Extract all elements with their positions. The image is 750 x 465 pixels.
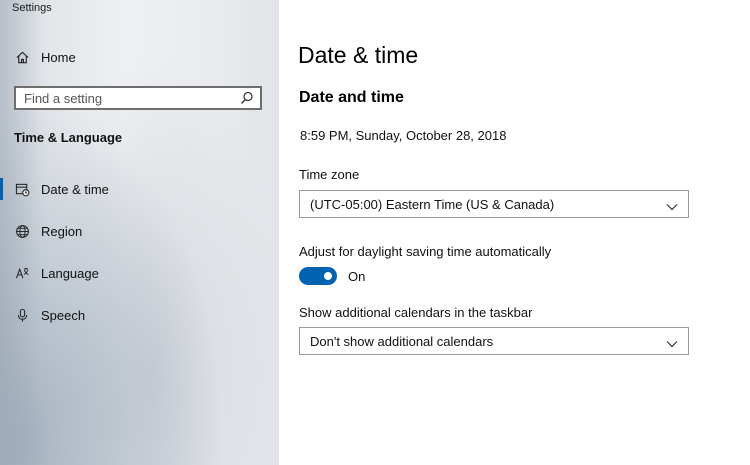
section-subheading: Date and time bbox=[299, 89, 404, 106]
sidebar-item-home[interactable]: Home bbox=[0, 37, 279, 77]
search-input[interactable] bbox=[16, 88, 234, 108]
section-heading: Time & Language bbox=[14, 130, 123, 145]
search-icon[interactable] bbox=[240, 91, 254, 105]
chevron-down-icon bbox=[666, 199, 678, 211]
search-box[interactable] bbox=[14, 86, 262, 110]
main-content: Date & time Date and time 8:59 PM, Sunda… bbox=[279, 0, 750, 465]
sidebar-item-date-time-label: Date & time bbox=[41, 181, 109, 197]
microphone-icon bbox=[14, 307, 30, 323]
app-title: Settings bbox=[12, 2, 52, 14]
active-indicator bbox=[0, 178, 3, 200]
timezone-value: (UTC-05:00) Eastern Time (US & Canada) bbox=[310, 196, 555, 212]
sidebar-item-date-time[interactable]: Date & time bbox=[0, 169, 279, 209]
sidebar-item-region-label: Region bbox=[41, 223, 83, 239]
toggle-knob bbox=[324, 272, 332, 280]
timezone-dropdown[interactable]: (UTC-05:00) Eastern Time (US & Canada) bbox=[299, 190, 689, 218]
settings-window: Settings Home Time & Language Date & tim… bbox=[0, 0, 750, 465]
current-datetime: 8:59 PM, Sunday, October 28, 2018 bbox=[300, 128, 507, 143]
language-icon bbox=[14, 265, 30, 281]
calendars-dropdown[interactable]: Don't show additional calendars bbox=[299, 327, 689, 355]
calendar-clock-icon bbox=[14, 181, 30, 197]
home-icon bbox=[14, 49, 30, 65]
sidebar-item-language[interactable]: Language bbox=[0, 253, 279, 293]
dst-toggle[interactable] bbox=[299, 267, 337, 285]
calendars-value: Don't show additional calendars bbox=[310, 333, 494, 349]
chevron-down-icon bbox=[666, 336, 678, 348]
sidebar-item-speech[interactable]: Speech bbox=[0, 295, 279, 335]
sidebar-item-home-label: Home bbox=[41, 49, 76, 65]
sidebar: Settings Home Time & Language Date & tim… bbox=[0, 0, 279, 465]
globe-icon bbox=[14, 223, 30, 239]
sidebar-item-region[interactable]: Region bbox=[0, 211, 279, 251]
dst-label: Adjust for daylight saving time automati… bbox=[299, 244, 552, 259]
timezone-label: Time zone bbox=[299, 167, 360, 182]
sidebar-item-speech-label: Speech bbox=[41, 307, 86, 323]
calendars-label: Show additional calendars in the taskbar bbox=[299, 305, 533, 320]
page-title: Date & time bbox=[298, 42, 419, 68]
sidebar-item-language-label: Language bbox=[41, 265, 99, 281]
dst-toggle-state: On bbox=[348, 269, 366, 284]
